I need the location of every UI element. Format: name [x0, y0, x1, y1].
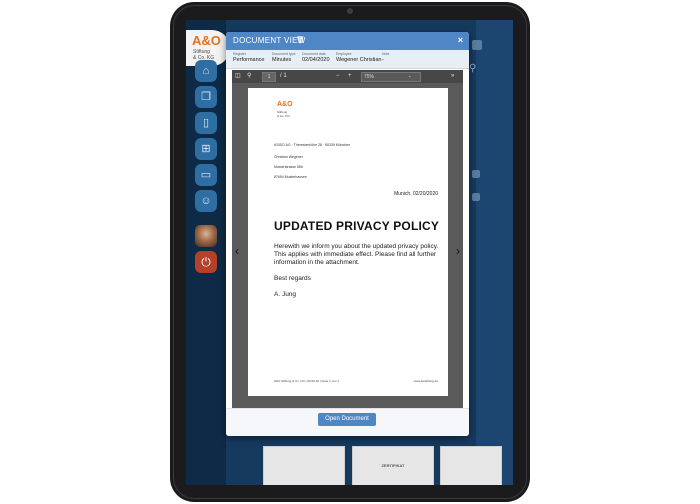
trash-icon[interactable]: 🗑 — [296, 36, 305, 44]
tablet-screen: ⚲ A&O Stiftung & Co. KG ⌂ ❐ ▯ ⊞ ▭ ☺ ⏻ ZE… — [186, 20, 513, 485]
sidebar-copy-button[interactable]: ❐ — [195, 86, 217, 108]
letter-date: Munich, 02/20/2020 — [394, 191, 438, 197]
right-panel — [476, 20, 513, 485]
folder-icon: ▭ — [200, 169, 212, 181]
letter-title: UPDATED PRIVACY POLICY — [274, 219, 440, 233]
document-icon: ▯ — [202, 117, 210, 129]
thumbnail-title: ZERTIFIKAT — [381, 463, 405, 468]
sidebar-folder-button[interactable]: ▭ — [195, 164, 217, 186]
power-icon[interactable]: ⏻ — [195, 251, 217, 273]
meta-value: Minutes — [272, 57, 292, 63]
copy-icon: ❐ — [201, 91, 211, 103]
pdf-toolbar: ◫ ⚲ 1 / 1 − + 75% ⌄ » — [232, 70, 463, 83]
list-view-button[interactable] — [472, 193, 480, 201]
camera-dot — [347, 8, 353, 14]
more-tools-icon[interactable]: » — [451, 72, 454, 80]
avatar[interactable] — [195, 225, 217, 247]
meta-document-date: Document date 02/04/2020 — [302, 52, 330, 64]
sender-line: ASIDO AG · Theresienhöhe 28 · 80339 Münc… — [274, 143, 351, 147]
chevron-down-icon: ⌄ — [408, 73, 412, 78]
modal-footer: Open Document — [226, 408, 469, 436]
close-icon[interactable]: × — [458, 35, 463, 45]
zoom-select[interactable]: 75% — [361, 72, 421, 82]
chevron-right-icon[interactable]: › — [456, 244, 460, 258]
logo-text: A&O — [192, 33, 221, 48]
sidebar-add-document-button[interactable]: ⊞ — [195, 138, 217, 160]
home-icon: ⌂ — [202, 65, 210, 77]
panel-button[interactable] — [472, 40, 482, 50]
add-document-icon: ⊞ — [201, 143, 211, 155]
meta-value: - — [382, 57, 384, 63]
footer-right: www.aostiftung.de — [413, 379, 438, 383]
letter-regards: Best regards — [274, 275, 311, 282]
document-thumbnail[interactable] — [440, 446, 502, 485]
document-meta-bar: Register Performance Document type Minut… — [226, 50, 469, 69]
modal-header: DOCUMENT VIEW 🗑 × — [226, 32, 469, 50]
recipient-city: 87654 Musterhausen — [274, 175, 307, 179]
meta-note: Note - — [382, 52, 389, 64]
sidebar-toggle-icon[interactable]: ◫ — [235, 72, 241, 80]
page-total: / 1 — [280, 73, 287, 79]
meta-employee: Employee Wegener Christian — [336, 52, 381, 64]
meta-value: 02/04/2020 — [302, 57, 330, 63]
chevron-left-icon[interactable]: ‹ — [235, 244, 239, 258]
document-thumbnail[interactable]: ZERTIFIKAT — [352, 446, 434, 485]
meta-document-type: Document type Minutes — [272, 52, 296, 64]
open-document-button[interactable]: Open Document — [318, 413, 376, 426]
footer-left: A&O Stiftung & Co. KG | 00.00.20 | Seite… — [274, 379, 339, 383]
zoom-in-icon[interactable]: + — [348, 72, 352, 80]
pdf-viewer: A&O Stiftung & Co. KG ASIDO AG · Theresi… — [232, 83, 463, 408]
sidebar-home-button[interactable]: ⌂ — [195, 60, 217, 82]
search-icon[interactable]: ⚲ — [247, 72, 251, 80]
letter-body: Herewith we inform you about the updated… — [274, 243, 439, 266]
meta-value: Wegener Christian — [336, 57, 382, 63]
page-number-input[interactable]: 1 — [262, 72, 276, 82]
document-logo-text: A&O — [277, 101, 293, 108]
document-view-modal: DOCUMENT VIEW 🗑 × Register Performance D… — [226, 32, 469, 436]
pdf-page: A&O Stiftung & Co. KG ASIDO AG · Theresi… — [248, 88, 448, 396]
meta-value: Performance — [233, 57, 265, 63]
modal-title: DOCUMENT VIEW — [233, 36, 306, 45]
grid-view-button[interactable] — [472, 170, 480, 178]
meta-register: Register Performance — [233, 52, 265, 64]
zoom-out-icon[interactable]: − — [336, 72, 340, 80]
user-icon: ☺ — [200, 195, 212, 207]
sidebar-user-button[interactable]: ☺ — [195, 190, 217, 212]
document-logo-subtext: Stiftung & Co. KG — [277, 110, 290, 118]
letter-signature: A. Jung — [274, 291, 297, 298]
recipient-name: Christian Wegener — [274, 155, 303, 159]
search-icon[interactable]: ⚲ — [469, 63, 476, 74]
recipient-street: Musterstrasse 85b — [274, 165, 303, 169]
document-logo-sub-line2: & Co. KG — [277, 114, 290, 118]
document-thumbnail[interactable] — [263, 446, 345, 485]
sidebar-document-button[interactable]: ▯ — [195, 112, 217, 134]
